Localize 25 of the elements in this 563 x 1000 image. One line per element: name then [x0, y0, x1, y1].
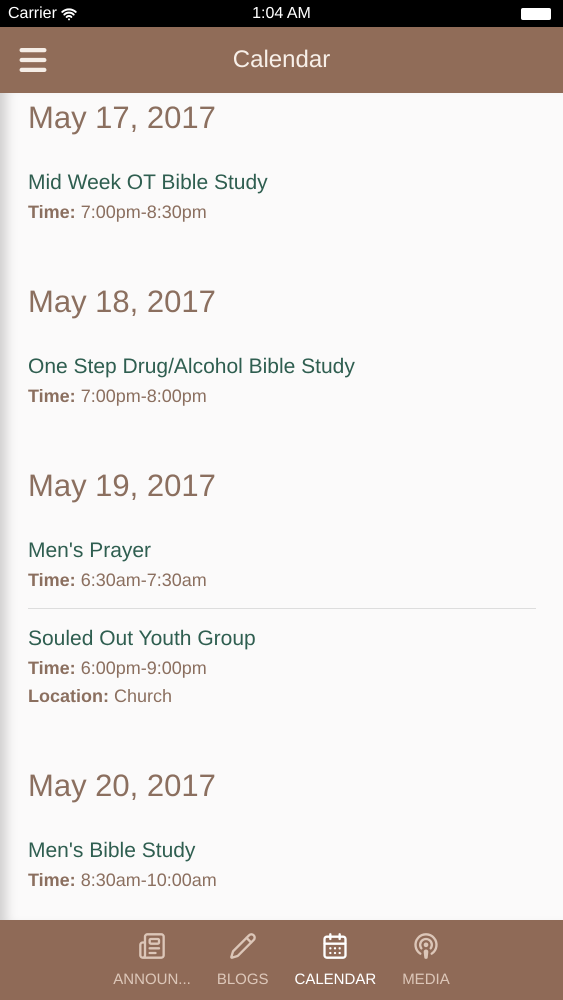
event-detail: Time: 8:30am-10:00am	[28, 869, 218, 892]
event-detail: Location: Church	[28, 685, 174, 708]
date-heading: May 20, 2017	[28, 767, 217, 805]
date-heading: May 17, 2017	[28, 99, 217, 137]
event-title[interactable]: Men's Bible Study	[28, 838, 536, 864]
event-title[interactable]: Souled Out Youth Group	[28, 626, 536, 652]
carrier-name: Carrier	[8, 4, 57, 24]
header-title: Calendar	[232, 45, 330, 75]
date-heading: May 18, 2017	[28, 283, 217, 321]
newspaper-icon	[138, 932, 166, 960]
event-detail: Time: 6:30am-7:30am	[28, 569, 208, 592]
event-title[interactable]: Mid Week OT Bible Study	[28, 170, 536, 196]
event-title[interactable]: One Step Drug/Alcohol Bible Study	[28, 354, 536, 380]
status-time: 1:04 AM	[251, 4, 312, 24]
event-detail: Time: 6:00pm-9:00pm	[28, 657, 208, 680]
event-detail: Time: 7:00pm-8:30pm	[28, 201, 208, 224]
event-detail: Time: 7:00pm-8:00pm	[28, 385, 208, 408]
tab[interactable]: CALENDAR	[292, 932, 378, 992]
pencil-icon	[228, 932, 257, 960]
podcast-icon	[412, 932, 440, 960]
wifi-icon	[60, 6, 77, 22]
calendar-icon	[321, 932, 350, 960]
date-heading: May 19, 2017	[28, 467, 217, 505]
event-title[interactable]: Men's Prayer	[28, 538, 536, 564]
battery-icon	[521, 8, 551, 20]
